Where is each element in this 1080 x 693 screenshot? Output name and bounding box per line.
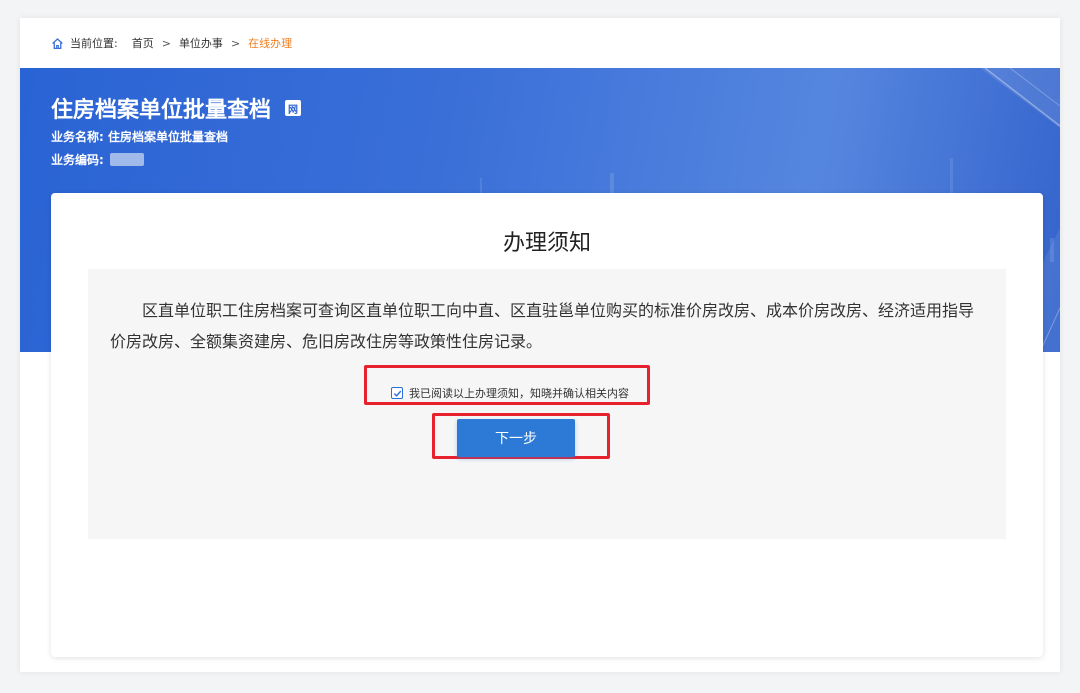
online-badge: 网 [285, 100, 302, 116]
business-code-label: 业务编码: [51, 153, 104, 167]
business-name-value: 住房档案单位批量查档 [108, 130, 229, 144]
page-container: 当前位置: 首页 > 单位办事 > 在线办理 住房档案单位批量查档 网 业务名称… [20, 18, 1060, 672]
breadcrumb-separator: > [230, 36, 241, 50]
confirm-label: 我已阅读以上办理须知，知晓并确认相关内容 [409, 387, 629, 400]
home-icon [51, 37, 64, 50]
business-code-redacted [109, 153, 144, 166]
breadcrumb: 当前位置: 首页 > 单位办事 > 在线办理 [20, 18, 1060, 68]
breadcrumb-item-current: 在线办理 [248, 37, 293, 50]
breadcrumb-item-home[interactable]: 首页 [132, 35, 154, 51]
notice-text: 区直单位职工住房档案可查询区直单位职工向中直、区直驻邕单位购买的标准价房改房、成… [110, 301, 975, 351]
breadcrumb-label: 当前位置: [70, 37, 118, 50]
confirm-agreement[interactable]: 我已阅读以上办理须知，知晓并确认相关内容 [391, 385, 629, 401]
service-title-text: 住房档案单位批量查档 [51, 98, 272, 123]
business-code-row: 业务编码: [51, 151, 144, 168]
breadcrumb-item-unit-affairs[interactable]: 单位办事 [179, 35, 223, 51]
breadcrumb-separator: > [161, 36, 171, 50]
confirm-checkbox[interactable] [391, 387, 403, 399]
notice-title: 办理须知 [502, 231, 591, 256]
business-name-row: 业务名称: 住房档案单位批量查档 [51, 128, 228, 145]
check-icon [393, 390, 401, 397]
next-step-button[interactable]: 下一步 [457, 419, 575, 457]
service-title: 住房档案单位批量查档 网 [51, 92, 302, 124]
business-name-label: 业务名称: [51, 130, 104, 144]
